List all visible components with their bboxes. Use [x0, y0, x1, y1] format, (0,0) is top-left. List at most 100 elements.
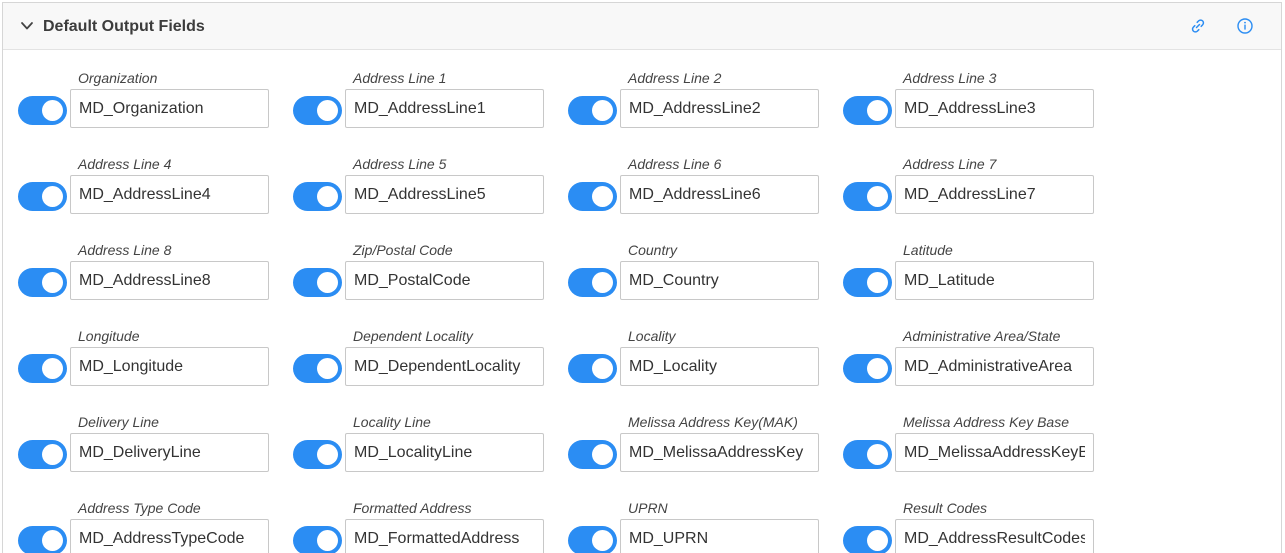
field-name-input[interactable]: [620, 175, 819, 214]
field-toggle[interactable]: [843, 440, 892, 469]
field-label: Address Type Code: [78, 500, 201, 516]
field-label: Melissa Address Key(MAK): [628, 414, 798, 430]
field-label: Address Line 3: [903, 70, 997, 86]
field-name-input[interactable]: [620, 261, 819, 300]
output-field-3: Address Line 2: [568, 70, 838, 134]
info-icon[interactable]: [1236, 17, 1254, 35]
toggle-knob: [317, 186, 338, 207]
field-toggle[interactable]: [293, 440, 342, 469]
chevron-down-icon[interactable]: [20, 19, 34, 33]
field-name-input[interactable]: [345, 433, 544, 472]
field-toggle[interactable]: [568, 268, 617, 297]
field-name-input[interactable]: [345, 175, 544, 214]
field-toggle[interactable]: [843, 182, 892, 211]
output-field-6: Address Line 5: [293, 156, 563, 220]
field-name-input[interactable]: [620, 347, 819, 386]
toggle-knob: [317, 358, 338, 379]
output-field-21: Address Type Code: [18, 500, 288, 553]
field-label: Administrative Area/State: [903, 328, 1061, 344]
field-toggle[interactable]: [293, 526, 342, 553]
field-label: Delivery Line: [78, 414, 159, 430]
panel-header[interactable]: Default Output Fields: [3, 3, 1281, 50]
field-name-input[interactable]: [70, 175, 269, 214]
field-toggle[interactable]: [843, 526, 892, 553]
field-name-input[interactable]: [895, 433, 1094, 472]
field-label: Dependent Locality: [353, 328, 473, 344]
toggle-knob: [867, 272, 888, 293]
output-field-8: Address Line 7: [843, 156, 1113, 220]
field-label: Locality: [628, 328, 676, 344]
field-name-input[interactable]: [345, 347, 544, 386]
field-name-input[interactable]: [895, 89, 1094, 128]
field-toggle[interactable]: [18, 96, 67, 125]
field-toggle[interactable]: [18, 268, 67, 297]
field-name-input[interactable]: [895, 519, 1094, 553]
field-toggle[interactable]: [843, 268, 892, 297]
output-field-10: Zip/Postal Code: [293, 242, 563, 306]
field-name-input[interactable]: [895, 261, 1094, 300]
field-name-input[interactable]: [345, 261, 544, 300]
toggle-knob: [592, 100, 613, 121]
output-field-17: Delivery Line: [18, 414, 288, 478]
output-field-14: Dependent Locality: [293, 328, 563, 392]
field-label: Address Line 6: [628, 156, 722, 172]
field-toggle[interactable]: [18, 182, 67, 211]
toggle-knob: [317, 272, 338, 293]
field-toggle[interactable]: [293, 182, 342, 211]
field-label: Longitude: [78, 328, 140, 344]
field-label: Country: [628, 242, 678, 258]
field-toggle[interactable]: [18, 440, 67, 469]
field-toggle[interactable]: [568, 354, 617, 383]
field-name-input[interactable]: [70, 519, 269, 553]
field-label: Latitude: [903, 242, 953, 258]
toggle-knob: [867, 444, 888, 465]
field-name-input[interactable]: [895, 347, 1094, 386]
output-field-23: UPRN: [568, 500, 838, 553]
field-toggle[interactable]: [18, 526, 67, 553]
field-name-input[interactable]: [70, 433, 269, 472]
output-field-19: Melissa Address Key(MAK): [568, 414, 838, 478]
field-toggle[interactable]: [293, 96, 342, 125]
field-label: Locality Line: [353, 414, 431, 430]
field-name-input[interactable]: [70, 261, 269, 300]
field-name-input[interactable]: [895, 175, 1094, 214]
field-label: Address Line 4: [78, 156, 172, 172]
link-icon[interactable]: [1189, 17, 1207, 35]
field-label: Address Line 5: [353, 156, 447, 172]
output-field-7: Address Line 6: [568, 156, 838, 220]
field-toggle[interactable]: [843, 354, 892, 383]
toggle-knob: [42, 272, 63, 293]
field-label: Zip/Postal Code: [353, 242, 453, 258]
field-label: Address Line 1: [353, 70, 447, 86]
field-label: Formatted Address: [353, 500, 472, 516]
field-toggle[interactable]: [293, 354, 342, 383]
field-name-input[interactable]: [620, 89, 819, 128]
field-label: Address Line 8: [78, 242, 172, 258]
field-name-input[interactable]: [345, 519, 544, 553]
output-field-16: Administrative Area/State: [843, 328, 1113, 392]
toggle-knob: [867, 358, 888, 379]
field-toggle[interactable]: [568, 526, 617, 553]
output-field-15: Locality: [568, 328, 838, 392]
toggle-knob: [592, 186, 613, 207]
field-toggle[interactable]: [568, 440, 617, 469]
field-toggle[interactable]: [843, 96, 892, 125]
field-toggle[interactable]: [568, 96, 617, 125]
field-label: UPRN: [628, 500, 668, 516]
field-label: Address Line 7: [903, 156, 997, 172]
field-name-input[interactable]: [345, 89, 544, 128]
field-toggle[interactable]: [293, 268, 342, 297]
field-label: Address Line 2: [628, 70, 722, 86]
toggle-knob: [42, 186, 63, 207]
field-name-input[interactable]: [70, 347, 269, 386]
output-field-24: Result Codes: [843, 500, 1113, 553]
field-name-input[interactable]: [70, 89, 269, 128]
toggle-knob: [317, 100, 338, 121]
field-toggle[interactable]: [18, 354, 67, 383]
field-name-input[interactable]: [620, 433, 819, 472]
field-name-input[interactable]: [620, 519, 819, 553]
field-toggle[interactable]: [568, 182, 617, 211]
output-field-11: Country: [568, 242, 838, 306]
output-field-9: Address Line 8: [18, 242, 288, 306]
panel-title: Default Output Fields: [43, 18, 205, 35]
